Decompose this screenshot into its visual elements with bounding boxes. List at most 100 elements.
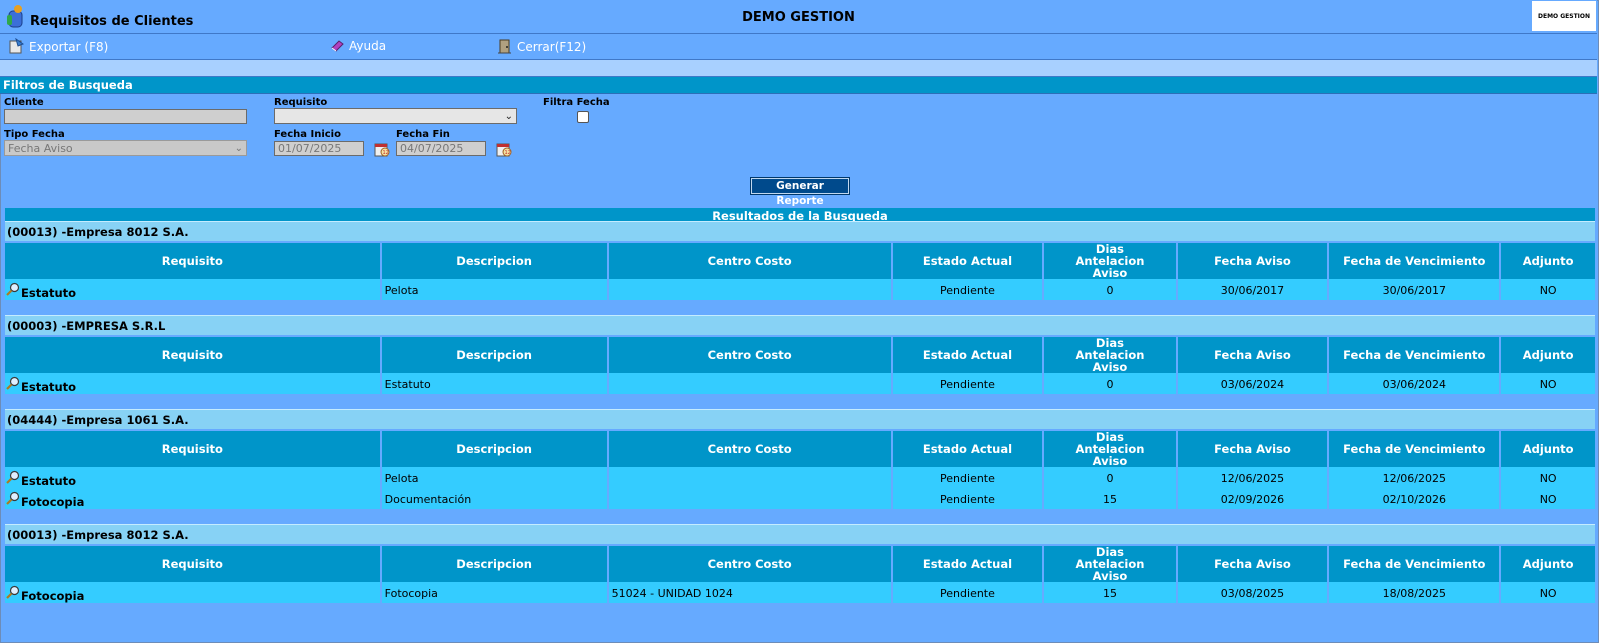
- requisito-link[interactable]: Estatuto: [21, 474, 76, 488]
- tipo-fecha-select[interactable]: Fecha Aviso ⌄: [4, 140, 247, 156]
- requisito-label: Requisito: [274, 97, 328, 108]
- col-fecha-aviso-cell: 02/09/2026: [1177, 488, 1328, 509]
- fecha-inicio-input[interactable]: [274, 141, 364, 156]
- table-row: Estatuto Pelota Pendiente 0 30/06/2017 30/06/…: [5, 279, 1595, 300]
- svg-text:12: 12: [505, 150, 511, 156]
- chevron-down-icon: ⌄: [504, 110, 513, 122]
- filtra-fecha-label: Filtra Fecha: [543, 97, 610, 108]
- magnifier-icon[interactable]: [6, 282, 20, 296]
- magnifier-icon[interactable]: [6, 376, 20, 390]
- col-descripcion-header: Descripcion: [381, 241, 607, 279]
- tipo-fecha-label: Tipo Fecha: [4, 129, 65, 140]
- col-adjunto-cell: NO: [1501, 279, 1595, 300]
- col-fecha-aviso-cell: 03/08/2025: [1177, 582, 1328, 603]
- col-fecha-aviso-header: Fecha Aviso: [1177, 429, 1328, 467]
- col-centro-costo-cell: [608, 373, 891, 394]
- client-group-title: (04444) -Empresa 1061 S.A.: [5, 409, 1595, 429]
- client-group: (00013) -Empresa 8012 S.A. Requisito Descr…: [5, 221, 1595, 300]
- tipo-fecha-value: Fecha Aviso: [8, 141, 73, 155]
- table-row: Estatuto Estatuto Pendiente 0 03/06/2024 03/0…: [5, 373, 1595, 394]
- svg-text:12: 12: [383, 150, 389, 156]
- calendar-icon[interactable]: 12: [495, 141, 513, 159]
- col-fecha-vencimiento-header: Fecha de Vencimiento: [1329, 335, 1500, 373]
- col-fecha-vencimiento-header: Fecha de Vencimiento: [1329, 544, 1500, 582]
- magnifier-icon[interactable]: [6, 585, 20, 599]
- generate-report-button[interactable]: Generar Reporte: [750, 177, 850, 207]
- col-descripcion-cell: Fotocopia: [381, 582, 607, 603]
- col-estado-actual-cell: Pendiente: [892, 488, 1043, 509]
- col-descripcion-cell: Estatuto: [381, 373, 607, 394]
- requisito-link[interactable]: Estatuto: [21, 380, 76, 394]
- col-adjunto-cell: NO: [1501, 488, 1595, 509]
- col-adjunto-cell: NO: [1501, 373, 1595, 394]
- cliente-label: Cliente: [4, 97, 44, 108]
- col-fecha-aviso-cell: 30/06/2017: [1177, 279, 1328, 300]
- col-dias-antelacion-header: Dias Antelacion Aviso: [1044, 241, 1176, 279]
- col-estado-actual-header: Estado Actual: [892, 241, 1043, 279]
- col-fecha-vencimiento-cell: 12/06/2025: [1329, 467, 1500, 488]
- col-requisito-header: Requisito: [5, 335, 380, 373]
- table-row: Estatuto Pelota Pendiente 0 12/06/2025 12/06/…: [5, 467, 1595, 488]
- col-adjunto-cell: NO: [1501, 467, 1595, 488]
- col-descripcion-header: Descripcion: [381, 544, 607, 582]
- col-dias-antelacion-cell: 15: [1044, 582, 1176, 603]
- export-button[interactable]: Exportar (F8): [8, 38, 108, 55]
- col-fecha-aviso-header: Fecha Aviso: [1177, 335, 1328, 373]
- col-requisito-cell[interactable]: Estatuto: [5, 279, 380, 300]
- col-adjunto-header: Adjunto: [1501, 335, 1595, 373]
- calendar-icon[interactable]: 12: [373, 141, 391, 159]
- col-estado-actual-cell: Pendiente: [892, 582, 1043, 603]
- col-requisito-cell[interactable]: Fotocopia: [5, 582, 380, 603]
- col-dias-antelacion-header: Dias Antelacion Aviso: [1044, 544, 1176, 582]
- help-label: Ayuda: [349, 38, 387, 53]
- chevron-down-icon: ⌄: [234, 142, 243, 154]
- col-descripcion-cell: Pelota: [381, 279, 607, 300]
- col-fecha-aviso-header: Fecha Aviso: [1177, 544, 1328, 582]
- fecha-inicio-label: Fecha Inicio: [274, 129, 341, 140]
- col-requisito-cell[interactable]: Estatuto: [5, 373, 380, 394]
- company-name: DEMO GESTION: [742, 10, 855, 25]
- col-estado-actual-header: Estado Actual: [892, 429, 1043, 467]
- col-estado-actual-header: Estado Actual: [892, 544, 1043, 582]
- close-door-icon: [498, 39, 511, 54]
- cliente-input[interactable]: [4, 109, 247, 124]
- fecha-fin-input[interactable]: [396, 141, 486, 156]
- company-logo: DEMO GESTION: [1532, 1, 1596, 31]
- client-group: (00003) -EMPRESA S.R.L Requisito Descripci…: [5, 315, 1595, 394]
- col-centro-costo-header: Centro Costo: [608, 335, 891, 373]
- export-icon: [9, 38, 25, 54]
- col-requisito-cell[interactable]: Estatuto: [5, 467, 380, 488]
- close-label: Cerrar(F12): [517, 39, 587, 54]
- title-bar: Requisitos de Clientes DEMO GESTION DEMO…: [0, 0, 1597, 34]
- col-adjunto-header: Adjunto: [1501, 241, 1595, 279]
- table-header-row: Requisito Descripcion Centro Costo Estado A…: [5, 429, 1595, 467]
- magnifier-icon[interactable]: [6, 491, 20, 505]
- col-estado-actual-cell: Pendiente: [892, 467, 1043, 488]
- table-row: Fotocopia Documentación Pendiente 15 02/09/2…: [5, 488, 1595, 509]
- col-dias-antelacion-header: Dias Antelacion Aviso: [1044, 335, 1176, 373]
- col-adjunto-header: Adjunto: [1501, 544, 1595, 582]
- help-button[interactable]: Ayuda: [330, 38, 386, 53]
- col-fecha-aviso-cell: 03/06/2024: [1177, 373, 1328, 394]
- col-requisito-cell[interactable]: Fotocopia: [5, 488, 380, 509]
- col-fecha-vencimiento-cell: 03/06/2024: [1329, 373, 1500, 394]
- col-fecha-vencimiento-header: Fecha de Vencimiento: [1329, 241, 1500, 279]
- filters-header: Filtros de Busqueda: [0, 77, 1597, 94]
- requirements-table: Requisito Descripcion Centro Costo Estado A…: [3, 429, 1597, 509]
- requisito-select[interactable]: ⌄: [274, 108, 517, 124]
- magnifier-icon[interactable]: [6, 470, 20, 484]
- col-requisito-header: Requisito: [5, 544, 380, 582]
- col-dias-antelacion-header: Dias Antelacion Aviso: [1044, 429, 1176, 467]
- table-row: Fotocopia Fotocopia 51024 - UNIDAD 1024 Pen…: [5, 582, 1595, 603]
- requisito-link[interactable]: Fotocopia: [21, 495, 84, 509]
- col-centro-costo-header: Centro Costo: [608, 429, 891, 467]
- close-button[interactable]: Cerrar(F12): [496, 38, 586, 55]
- requisito-link[interactable]: Fotocopia: [21, 589, 84, 603]
- requirements-table: Requisito Descripcion Centro Costo Estado A…: [3, 544, 1597, 603]
- col-fecha-vencimiento-header: Fecha de Vencimiento: [1329, 429, 1500, 467]
- requisito-link[interactable]: Estatuto: [21, 286, 76, 300]
- filtra-fecha-checkbox[interactable]: [577, 111, 589, 123]
- col-centro-costo-cell: [608, 279, 891, 300]
- col-fecha-aviso-header: Fecha Aviso: [1177, 241, 1328, 279]
- col-adjunto-cell: NO: [1501, 582, 1595, 603]
